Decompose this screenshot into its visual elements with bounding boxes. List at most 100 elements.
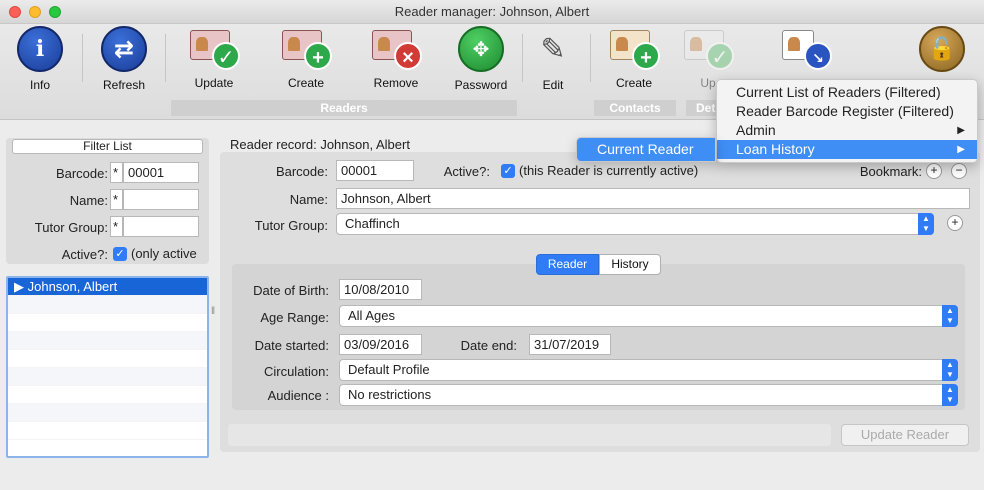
age-range-value: All Ages bbox=[348, 308, 395, 323]
split-handle-icon[interactable]: ‖ bbox=[211, 306, 215, 317]
password-label: Password bbox=[454, 78, 508, 92]
reader-card-remove-icon: × bbox=[370, 26, 422, 70]
tutor-group-add-button[interactable]: + bbox=[947, 215, 963, 231]
active-text: (this Reader is currently active) bbox=[519, 163, 699, 178]
dob-field[interactable]: 10/08/2010 bbox=[339, 279, 422, 300]
report-button[interactable]: ↘ bbox=[770, 26, 842, 76]
password-button[interactable]: ✥ Password bbox=[445, 26, 517, 92]
submenu-arrow-icon: ▶ bbox=[957, 125, 965, 136]
filter-name-input[interactable] bbox=[123, 189, 199, 210]
details-update-icon: ✓ bbox=[682, 26, 734, 70]
tab-reader[interactable]: Reader bbox=[536, 254, 599, 275]
active-label: Active?: bbox=[443, 164, 490, 179]
tab-history[interactable]: History bbox=[599, 254, 661, 275]
circulation-label: Circulation: bbox=[263, 364, 329, 379]
circulation-select[interactable]: Default Profile ▲ ▼ bbox=[339, 359, 958, 381]
list-item bbox=[8, 314, 207, 332]
reader-card-add-icon: + bbox=[280, 26, 332, 70]
contact-card-add-icon: + bbox=[608, 26, 660, 70]
lock-button[interactable]: 🔓 bbox=[906, 26, 978, 78]
barcode-label: Barcode: bbox=[275, 164, 328, 179]
info-label: Info bbox=[29, 78, 50, 92]
age-range-select[interactable]: All Ages ▲ ▼ bbox=[339, 305, 958, 327]
menu-item-label: Current List of Readers (Filtered) bbox=[736, 84, 941, 100]
update-reader-button[interactable]: Update Reader bbox=[841, 424, 969, 446]
edit-button[interactable]: ✎ Edit bbox=[517, 26, 589, 93]
tutor-group-select[interactable]: Chaffinch ▲ ▼ bbox=[336, 213, 934, 235]
refresh-label: Refresh bbox=[102, 78, 146, 92]
close-window-icon[interactable] bbox=[9, 6, 21, 18]
padlock-icon: 🔓 bbox=[919, 26, 965, 72]
submenu-current-reader[interactable]: Current Reader bbox=[576, 137, 716, 162]
date-started-label: Date started: bbox=[254, 338, 329, 353]
chevron-updown-icon: ▲ ▼ bbox=[942, 305, 958, 327]
zoom-window-icon[interactable] bbox=[49, 6, 61, 18]
chevron-updown-icon: ▲ ▼ bbox=[942, 359, 958, 381]
filter-name-label: Name: bbox=[69, 193, 108, 208]
name-label: Name: bbox=[289, 192, 328, 207]
dob-label: Date of Birth: bbox=[253, 283, 329, 298]
date-started-field[interactable]: 03/09/2016 bbox=[339, 334, 422, 355]
date-end-label: Date end: bbox=[460, 338, 517, 353]
barcode-field[interactable]: 00001 bbox=[336, 160, 414, 181]
update-reader-button[interactable]: ✓ Update bbox=[178, 26, 250, 90]
filter-tutor-label: Tutor Group: bbox=[34, 220, 108, 235]
menu-item-loan-history[interactable]: Loan History ▶ bbox=[717, 140, 977, 159]
list-item bbox=[8, 404, 207, 422]
list-item bbox=[8, 332, 207, 350]
window: Reader manager: Johnson, Albert i Info ⇄… bbox=[0, 0, 984, 490]
create-reader-button[interactable]: + Create bbox=[270, 26, 342, 90]
toolbar-separator bbox=[165, 34, 166, 82]
filter-barcode-input[interactable]: 00001 bbox=[123, 162, 199, 183]
list-item[interactable]: ▶ Johnson, Albert bbox=[8, 278, 207, 296]
active-checkbox[interactable]: ✓ bbox=[501, 164, 515, 178]
chevron-updown-icon: ▲ ▼ bbox=[942, 384, 958, 406]
menu-item-barcode-register[interactable]: Reader Barcode Register (Filtered) bbox=[717, 102, 977, 121]
password-icon: ✥ bbox=[458, 26, 504, 72]
list-item bbox=[8, 296, 207, 314]
menu-item-current-list[interactable]: Current List of Readers (Filtered) bbox=[717, 83, 977, 102]
filter-barcode-prefix: * bbox=[110, 162, 123, 183]
list-item bbox=[8, 368, 207, 386]
submenu-arrow-icon: ▶ bbox=[957, 144, 965, 155]
age-range-label: Age Range: bbox=[260, 310, 329, 325]
group-label-contacts: Contacts bbox=[594, 100, 676, 116]
contacts-create-label: Create bbox=[615, 76, 653, 90]
audience-select[interactable]: No restrictions ▲ ▼ bbox=[339, 384, 958, 406]
remove-label: Remove bbox=[373, 76, 419, 90]
reader-list[interactable]: ▶ Johnson, Albert bbox=[6, 276, 209, 458]
filter-barcode-label: Barcode: bbox=[55, 166, 108, 181]
menu-item-admin[interactable]: Admin ▶ bbox=[717, 121, 977, 140]
chevron-updown-icon: ▲ ▼ bbox=[918, 213, 934, 235]
remove-reader-button[interactable]: × Remove bbox=[360, 26, 432, 90]
edit-label: Edit bbox=[542, 78, 564, 92]
group-label-readers: Readers bbox=[171, 100, 517, 116]
title-bar: Reader manager: Johnson, Albert bbox=[0, 0, 984, 24]
create-contact-button[interactable]: + Create bbox=[598, 26, 670, 90]
filter-active-text: (only active bbox=[131, 246, 197, 261]
minimize-window-icon[interactable] bbox=[29, 6, 41, 18]
bookmark-remove-button[interactable]: − bbox=[951, 163, 967, 179]
submenu-item-label: Current Reader bbox=[597, 141, 694, 157]
filter-active-checkbox[interactable]: ✓ bbox=[113, 247, 127, 261]
filter-list-button[interactable]: Filter List bbox=[12, 139, 203, 154]
group-label-details: Det bbox=[686, 100, 716, 116]
circulation-value: Default Profile bbox=[348, 362, 430, 377]
menu-item-label: Reader Barcode Register (Filtered) bbox=[736, 103, 954, 119]
date-end-field[interactable]: 31/07/2019 bbox=[529, 334, 611, 355]
info-button[interactable]: i Info bbox=[4, 26, 76, 92]
menu-item-label: Loan History bbox=[736, 141, 815, 157]
audience-value: No restrictions bbox=[348, 387, 432, 402]
refresh-button[interactable]: ⇄ Refresh bbox=[88, 26, 160, 92]
audience-label: Audience : bbox=[267, 388, 329, 403]
tutor-group-value: Chaffinch bbox=[345, 216, 400, 231]
list-item bbox=[8, 386, 207, 404]
menu-item-label: Admin bbox=[736, 122, 776, 138]
paperclip-edit-icon: ✎ bbox=[540, 32, 566, 66]
toolbar-separator bbox=[590, 34, 591, 82]
list-item bbox=[8, 350, 207, 368]
info-icon: i bbox=[17, 26, 63, 72]
name-field[interactable]: Johnson, Albert bbox=[336, 188, 970, 209]
filter-tutor-input[interactable] bbox=[123, 216, 199, 237]
bookmark-add-button[interactable]: + bbox=[926, 163, 942, 179]
